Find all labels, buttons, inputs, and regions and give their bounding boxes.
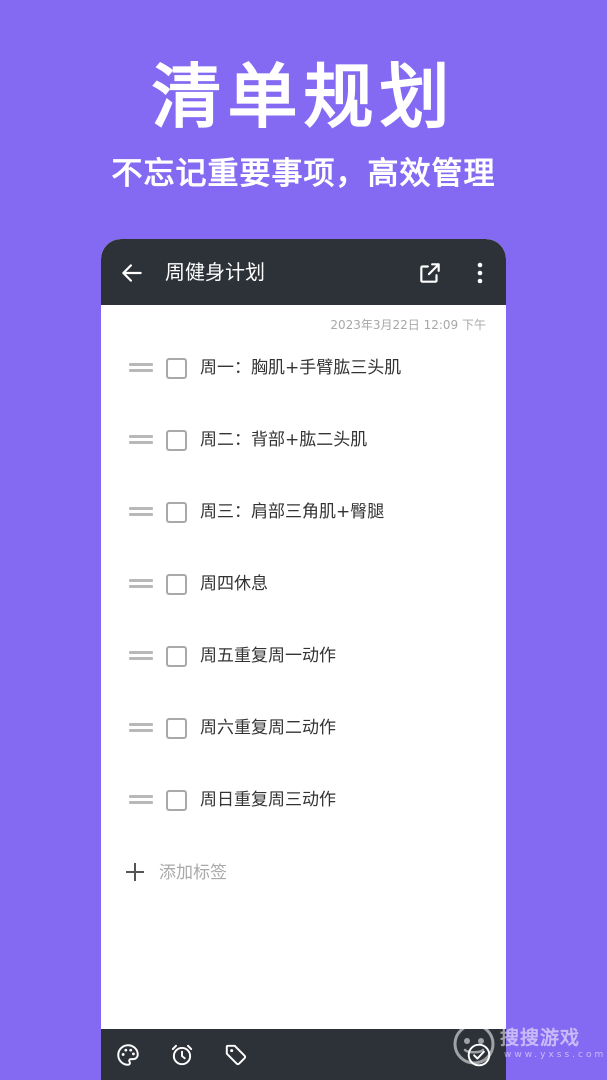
list-item-text[interactable]: 周四休息 <box>200 571 268 597</box>
watermark-text: 搜搜游戏 <box>500 1027 581 1049</box>
arrow-left-icon[interactable] <box>119 260 145 286</box>
promo-subtitle: 不忘记重要事项，高效管理 <box>111 156 496 192</box>
list-item[interactable]: 周六重复周二动作 <box>101 707 506 779</box>
drag-handle-icon[interactable] <box>129 507 153 517</box>
add-tag-button[interactable]: 添加标签 <box>101 851 506 895</box>
bottom-toolbar <box>101 1029 506 1080</box>
list-item-text[interactable]: 周日重复周三动作 <box>200 787 336 813</box>
checkbox[interactable] <box>166 574 187 595</box>
note-timestamp: 2023年3月22日 12:09 下午 <box>330 318 486 332</box>
drag-handle-icon[interactable] <box>129 435 153 445</box>
checkbox[interactable] <box>166 430 187 451</box>
list-item[interactable]: 周五重复周一动作 <box>101 635 506 707</box>
checkbox[interactable] <box>166 646 187 667</box>
drag-handle-icon[interactable] <box>129 579 153 589</box>
checkbox[interactable] <box>166 358 187 379</box>
list-item-text[interactable]: 周一：胸肌+手臂肱三头肌 <box>200 355 401 381</box>
list-item[interactable]: 周二：背部+肱二头肌 <box>101 419 506 491</box>
gamepad-logo-icon <box>453 1023 495 1065</box>
list-item[interactable]: 周三：肩部三角肌+臀腿 <box>101 491 506 563</box>
list-item-text[interactable]: 周六重复周二动作 <box>200 715 336 741</box>
list-item-text[interactable]: 周五重复周一动作 <box>200 643 336 669</box>
checkbox[interactable] <box>166 718 187 739</box>
share-icon[interactable] <box>417 260 443 286</box>
more-vertical-icon[interactable] <box>470 260 490 286</box>
checklist: 周一：胸肌+手臂肱三头肌 周二：背部+肱二头肌 周三：肩部三角肌+臀腿 周四休息… <box>101 347 506 851</box>
list-item[interactable]: 周日重复周三动作 <box>101 779 506 851</box>
app-bar: 周健身计划 <box>101 239 506 305</box>
checkbox[interactable] <box>166 790 187 811</box>
alarm-icon[interactable] <box>169 1042 195 1068</box>
list-item-text[interactable]: 周三：肩部三角肌+臀腿 <box>200 499 384 525</box>
add-tag-label: 添加标签 <box>159 863 227 883</box>
palette-icon[interactable] <box>115 1042 141 1068</box>
plus-icon <box>126 862 146 882</box>
drag-handle-icon[interactable] <box>129 363 153 373</box>
drag-handle-icon[interactable] <box>129 795 153 805</box>
checkbox[interactable] <box>166 502 187 523</box>
phone-screen: 周健身计划 2023年3月22日 12:09 下午 周一：胸肌+手臂肱三头肌 周… <box>101 239 506 1080</box>
watermark-url: www.yxss.com <box>504 1050 607 1060</box>
drag-handle-icon[interactable] <box>129 651 153 661</box>
promo-title: 清单规划 <box>151 56 456 138</box>
list-item[interactable]: 周四休息 <box>101 563 506 635</box>
list-item[interactable]: 周一：胸肌+手臂肱三头肌 <box>101 347 506 419</box>
drag-handle-icon[interactable] <box>129 723 153 733</box>
watermark: 搜搜游戏 www.yxss.com <box>452 1020 603 1070</box>
tag-icon[interactable] <box>223 1042 249 1068</box>
list-item-text[interactable]: 周二：背部+肱二头肌 <box>200 427 367 453</box>
note-title[interactable]: 周健身计划 <box>165 257 265 287</box>
